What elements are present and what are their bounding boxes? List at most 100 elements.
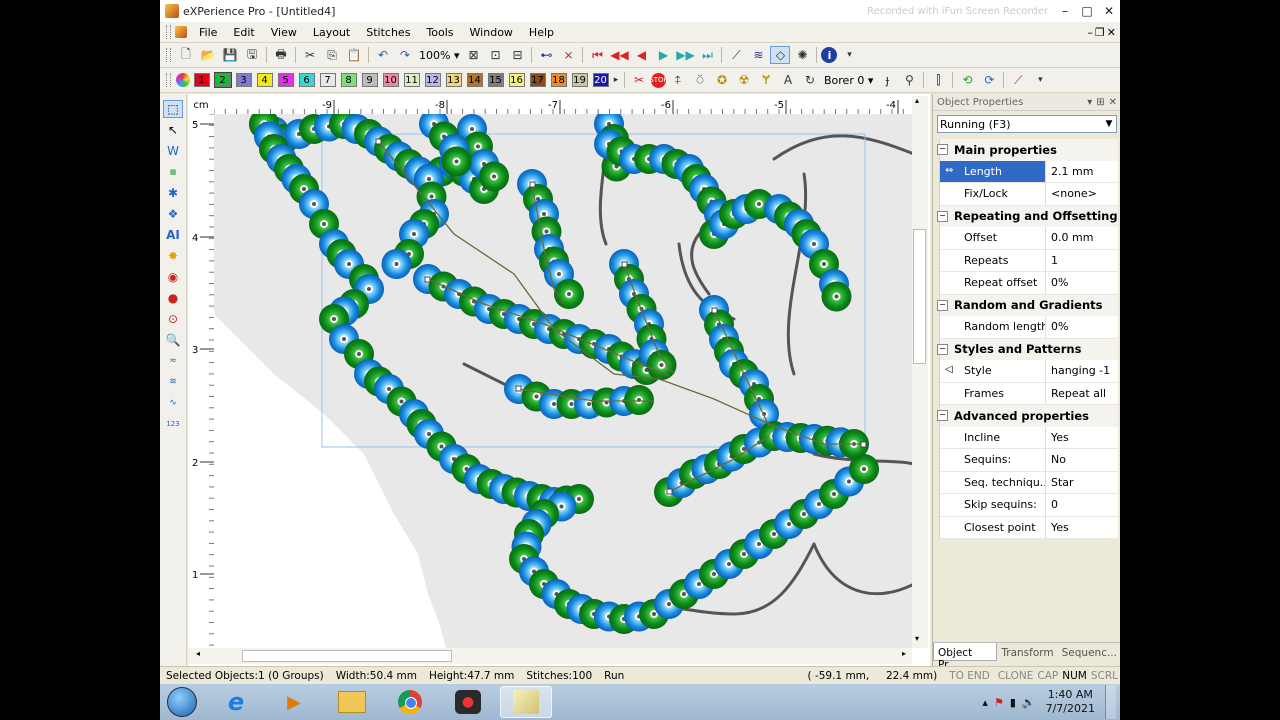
- color-swatch[interactable]: 4: [256, 73, 273, 87]
- property-value[interactable]: hanging -1: [1046, 360, 1118, 382]
- property-row[interactable]: Offset 0.0 mm: [940, 227, 1118, 250]
- scroll-right-icon[interactable]: ▸: [902, 649, 906, 658]
- property-section[interactable]: − Random and Gradients: [937, 294, 1118, 316]
- sequin-tool-icon[interactable]: ◉: [163, 268, 183, 286]
- tab-sequence[interactable]: Sequenc...: [1058, 643, 1120, 661]
- collapse-icon[interactable]: −: [937, 410, 948, 422]
- network-icon[interactable]: ▮: [1010, 696, 1016, 709]
- property-value[interactable]: 1: [1046, 250, 1118, 272]
- design-canvas[interactable]: [214, 114, 912, 648]
- property-row[interactable]: Frames Repeat all: [940, 382, 1118, 405]
- menu-layout[interactable]: Layout: [305, 26, 358, 39]
- menu-edit[interactable]: Edit: [225, 26, 262, 39]
- save-all-icon[interactable]: 🖫: [242, 46, 262, 64]
- shape-tool-icon[interactable]: ✱: [163, 184, 183, 202]
- color-swatch[interactable]: 13: [445, 73, 462, 87]
- vertical-ruler[interactable]: 5 4 3 2 1: [188, 113, 215, 650]
- needle-up-icon[interactable]: ⍏: [668, 71, 688, 89]
- color-swatch[interactable]: 15: [487, 73, 504, 87]
- property-section[interactable]: − Styles and Patterns: [937, 338, 1118, 360]
- star-tool-icon[interactable]: ✸: [163, 247, 183, 265]
- property-value[interactable]: <none>: [1046, 183, 1118, 205]
- color-swatch[interactable]: 14: [466, 73, 483, 87]
- taskbar-internet-explorer[interactable]: e: [210, 686, 262, 718]
- color-swatch[interactable]: 12: [424, 73, 441, 87]
- next-color-icon[interactable]: ▶▶: [675, 46, 695, 64]
- panel-pin-icon[interactable]: ⊞: [1096, 97, 1104, 108]
- menu-stitches[interactable]: Stitches: [358, 26, 418, 39]
- vertical-scroll-thumb[interactable]: [913, 229, 926, 364]
- taskbar-chrome[interactable]: [384, 686, 436, 718]
- menu-view[interactable]: View: [263, 26, 305, 39]
- taskbar-media-player[interactable]: ▶: [268, 686, 320, 718]
- trim-icon[interactable]: ☢: [734, 71, 754, 89]
- needle-icon[interactable]: ɟ: [877, 71, 897, 89]
- zoom-select[interactable]: 100% ▾: [416, 49, 462, 62]
- show-stitches-icon[interactable]: ⊷: [536, 46, 556, 64]
- scroll-left-icon[interactable]: ◂: [196, 649, 200, 658]
- property-value[interactable]: 0%: [1046, 316, 1118, 338]
- zoom-fit-icon[interactable]: ⊠: [463, 46, 483, 64]
- property-row[interactable]: Random length 0%: [940, 316, 1118, 339]
- stitch-view-icon[interactable]: ≋: [748, 46, 768, 64]
- rotate-icon[interactable]: ↻: [800, 71, 820, 89]
- stop-icon[interactable]: STOP: [649, 72, 668, 88]
- property-section[interactable]: − Repeating and Offsetting: [937, 205, 1118, 227]
- tab-object-properties[interactable]: Object Pr...: [933, 643, 998, 671]
- property-value[interactable]: 2.1 mm: [1046, 161, 1118, 183]
- next-stitch-icon[interactable]: ▶: [653, 46, 673, 64]
- menu-window[interactable]: Window: [462, 26, 521, 39]
- panel-close-icon[interactable]: ✕: [1109, 97, 1117, 108]
- satin-tool-icon[interactable]: ≈: [163, 352, 183, 370]
- property-row[interactable]: Repeat offset 0%: [940, 272, 1118, 295]
- property-row[interactable]: Repeats 1: [940, 249, 1118, 272]
- zoom-tool-icon[interactable]: 🔍: [163, 331, 183, 349]
- color-swatch[interactable]: 1: [193, 73, 210, 87]
- frame-out-icon[interactable]: ✪: [712, 71, 732, 89]
- collapse-icon[interactable]: −: [937, 343, 948, 355]
- new-file-icon[interactable]: 🗋: [176, 46, 196, 64]
- color-swatch[interactable]: 5: [277, 73, 294, 87]
- panel-menu-icon[interactable]: ▾: [1087, 97, 1092, 108]
- text-tool-icon[interactable]: AI: [163, 226, 183, 244]
- run-tool-icon[interactable]: ∿: [163, 394, 183, 412]
- property-row[interactable]: Skip sequins: 0: [940, 494, 1118, 517]
- measure-icon[interactable]: ⟋: [1008, 71, 1028, 89]
- property-value[interactable]: Yes: [1046, 427, 1118, 449]
- color-swatch[interactable]: 16: [508, 73, 525, 87]
- horizontal-ruler[interactable]: -9 -8 -7 -6 -5 -4: [213, 96, 916, 115]
- select-tool-icon[interactable]: ⬚: [163, 100, 183, 118]
- object-list-icon[interactable]: ▦: [163, 163, 183, 181]
- tray-expand-icon[interactable]: ▴: [982, 696, 988, 709]
- toolbar-grip[interactable]: [166, 25, 171, 39]
- color-swatch[interactable]: 7: [319, 73, 336, 87]
- property-value[interactable]: Yes: [1046, 517, 1118, 539]
- property-row[interactable]: Incline Yes: [940, 426, 1118, 449]
- property-value[interactable]: 0: [1046, 494, 1118, 516]
- stitch-edit-icon[interactable]: W: [163, 142, 183, 160]
- property-row[interactable]: ◁ Style hanging -1: [940, 360, 1118, 383]
- menu-file[interactable]: File: [191, 26, 225, 39]
- start-button[interactable]: [160, 686, 204, 718]
- mdi-minimize-button[interactable]: –: [1087, 26, 1093, 39]
- vertical-scrollbar[interactable]: ▴ ▾: [912, 96, 928, 648]
- property-row[interactable]: Seq. techniqu... Star: [940, 471, 1118, 494]
- collapse-icon[interactable]: −: [937, 210, 948, 222]
- document-icon[interactable]: [175, 26, 187, 38]
- toolbar-grip[interactable]: [166, 73, 171, 87]
- tie-in-icon[interactable]: ⍥: [690, 71, 710, 89]
- color-swatch[interactable]: 6: [298, 73, 315, 87]
- scroll-up-icon[interactable]: ▴: [915, 96, 919, 105]
- prev-color-icon[interactable]: ◀◀: [609, 46, 629, 64]
- taskbar-experience-pro[interactable]: [500, 686, 552, 718]
- tab-transform[interactable]: Transform: [997, 643, 1057, 661]
- menu-tools[interactable]: Tools: [418, 26, 461, 39]
- taskbar-screen-recorder[interactable]: ●: [442, 686, 494, 718]
- object-type-dropdown[interactable]: Running (F3) ▼: [937, 115, 1117, 133]
- mdi-restore-button[interactable]: ❐: [1095, 26, 1105, 39]
- toolbar-grip[interactable]: [166, 48, 171, 62]
- barcode-tool-icon[interactable]: 123: [163, 415, 183, 433]
- color-swatch[interactable]: 9: [361, 73, 378, 87]
- color-swatch[interactable]: 2: [213, 72, 232, 88]
- align-icon[interactable]: ⫿: [928, 71, 948, 89]
